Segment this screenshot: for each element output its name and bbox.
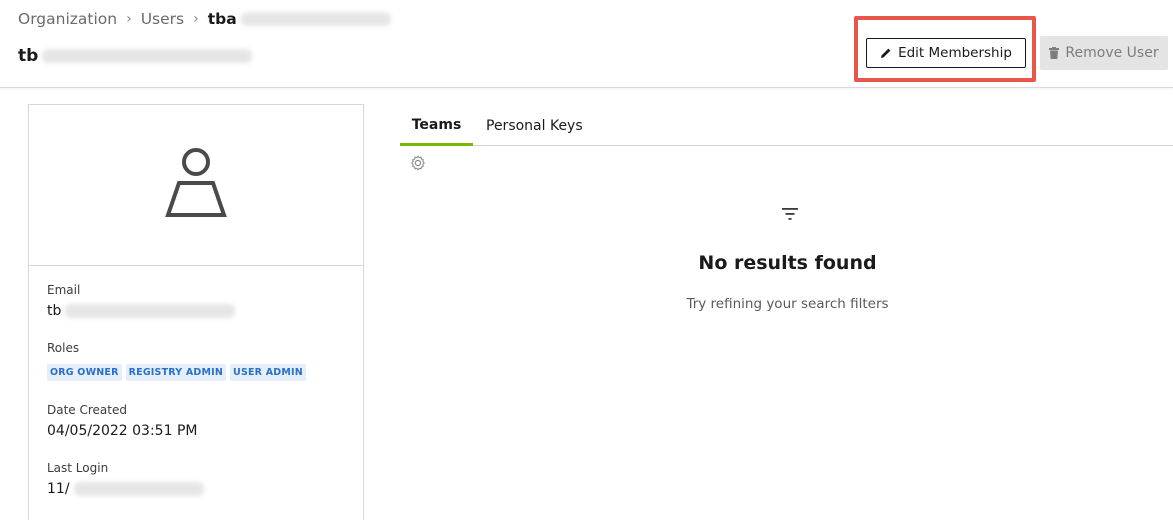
empty-state-title: No results found [698, 252, 877, 274]
last-login-value: 11/ [47, 481, 70, 497]
filter-icon [782, 208, 798, 220]
user-profile-card: Email tb Roles ORG OWNER REGISTRY ADMIN … [28, 104, 364, 520]
role-badge: REGISTRY ADMIN [125, 364, 227, 381]
trash-icon [1049, 47, 1060, 59]
edit-membership-button[interactable]: Edit Membership [866, 38, 1026, 68]
email-field: Email tb [47, 283, 236, 319]
breadcrumb-separator: › [126, 11, 132, 27]
roles-list: ORG OWNER REGISTRY ADMIN USER ADMIN [47, 364, 306, 381]
breadcrumb-users[interactable]: Users [141, 10, 184, 28]
page-title: tb [18, 46, 253, 66]
redacted-text [73, 482, 204, 496]
email-label: Email [47, 283, 81, 297]
edit-membership-label: Edit Membership [898, 45, 1012, 61]
breadcrumb-separator: › [193, 11, 199, 27]
page-header: Organization › Users › tba tb Edit Membe… [0, 0, 1173, 88]
breadcrumb: Organization › Users › tba [18, 10, 391, 28]
last-login-label: Last Login [47, 461, 109, 475]
role-badge: USER ADMIN [230, 364, 306, 381]
breadcrumb-current: tba [207, 10, 237, 28]
roles-label: Roles [47, 341, 80, 355]
remove-user-button[interactable]: Remove User [1040, 36, 1168, 70]
redacted-text [240, 12, 391, 26]
pencil-icon [881, 48, 891, 58]
remove-user-label: Remove User [1065, 45, 1159, 61]
date-created-value: 04/05/2022 03:51 PM [47, 423, 198, 439]
redacted-text [42, 49, 253, 63]
avatar-area [29, 105, 363, 266]
empty-state-subtitle: Try refining your search filters [686, 296, 889, 312]
last-login-field: Last Login 11/ [47, 461, 204, 497]
date-created-label: Date Created [47, 403, 127, 417]
redacted-text [65, 304, 236, 318]
roles-field: Roles ORG OWNER REGISTRY ADMIN USER ADMI… [47, 341, 306, 381]
last-login-value-row: 11/ [47, 481, 204, 497]
breadcrumb-organization[interactable]: Organization [18, 10, 117, 28]
date-created-field: Date Created 04/05/2022 03:51 PM [47, 403, 197, 439]
gear-icon[interactable] [410, 155, 426, 171]
email-value-row: tb [47, 303, 236, 319]
tab-bar: Teams Personal Keys [400, 106, 1173, 146]
page-title-text: tb [18, 46, 39, 66]
role-badge: ORG OWNER [47, 364, 122, 381]
tab-personal-keys[interactable]: Personal Keys [486, 106, 583, 146]
email-value: tb [47, 303, 62, 319]
user-icon [165, 148, 227, 217]
tab-teams[interactable]: Teams [400, 106, 473, 146]
